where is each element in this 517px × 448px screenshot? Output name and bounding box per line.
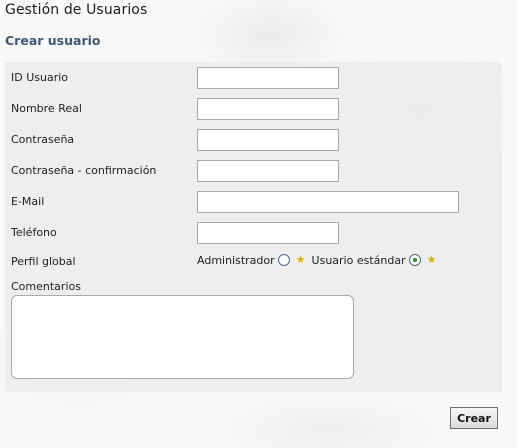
profile-radio-standard[interactable] xyxy=(408,254,421,266)
profile-radio-admin[interactable] xyxy=(277,254,290,266)
password-confirm-label: Contraseña - confirmación xyxy=(11,164,157,177)
phone-label: Teléfono xyxy=(11,226,57,239)
email-label: E-Mail xyxy=(11,195,45,208)
form-row-real-name: Nombre Real xyxy=(5,93,502,124)
section-title: Crear usuario xyxy=(5,33,101,48)
form-row-phone: Teléfono xyxy=(5,217,502,248)
password-confirm-input[interactable] xyxy=(197,160,339,182)
form-row-profile: Perfil global Administrador ★ Usuario es… xyxy=(5,248,502,275)
form-row-comments: Comentarios xyxy=(5,275,502,392)
user-id-label: ID Usuario xyxy=(11,71,69,84)
profile-label: Perfil global xyxy=(11,255,76,268)
phone-input[interactable] xyxy=(197,222,339,244)
comments-textarea[interactable] xyxy=(11,295,354,379)
password-label: Contraseña xyxy=(11,133,75,146)
profile-option-admin-label: Administrador xyxy=(197,253,275,267)
comments-label: Comentarios xyxy=(11,280,81,293)
page-title: Gestión de Usuarios xyxy=(5,2,148,18)
create-button[interactable]: Crear xyxy=(450,407,498,429)
real-name-label: Nombre Real xyxy=(11,102,82,115)
form-row-email: E-Mail xyxy=(5,186,502,217)
email-input[interactable] xyxy=(197,191,459,213)
form-row-user-id: ID Usuario xyxy=(5,62,502,93)
star-icon: ★ xyxy=(295,253,306,266)
create-user-form: ID Usuario Nombre Real Contraseña Contra… xyxy=(5,62,502,392)
real-name-input[interactable] xyxy=(197,98,339,120)
user-id-input[interactable] xyxy=(197,67,339,89)
star-icon: ★ xyxy=(426,253,437,266)
form-row-password: Contraseña xyxy=(5,124,502,155)
profile-options: Administrador ★ Usuario estándar ★ xyxy=(197,252,442,268)
form-row-password-confirm: Contraseña - confirmación xyxy=(5,155,502,186)
password-input[interactable] xyxy=(197,129,339,151)
profile-option-standard-label: Usuario estándar xyxy=(311,253,406,267)
